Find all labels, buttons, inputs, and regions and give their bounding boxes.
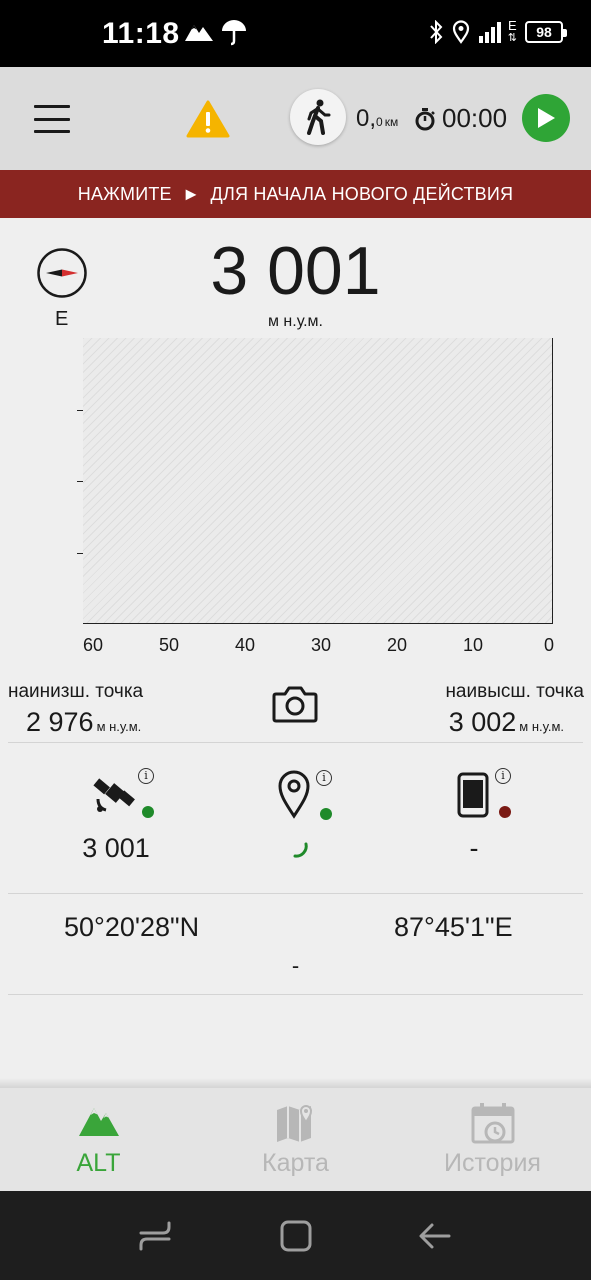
highest-point-unit: м н.у.м.	[519, 719, 564, 734]
map-pin-icon	[278, 770, 310, 819]
altitude-unit: м н.у.м.	[267, 313, 323, 330]
info-icon[interactable]: i	[316, 770, 332, 786]
menu-button[interactable]	[34, 105, 70, 133]
coordinate-accuracy: -	[291, 953, 300, 978]
lowest-point-unit: м н.у.м.	[96, 719, 142, 734]
chart-x-axis: 60 50 40 30 20 10 0	[70, 635, 570, 659]
location-altitude-source[interactable]: i	[270, 766, 350, 826]
start-hint-banner[interactable]: НАЖМИТЕ ► ДЛЯ НАЧАЛА НОВОГО ДЕЙСТВИЯ	[0, 170, 591, 218]
info-icon[interactable]: i	[138, 768, 154, 784]
barometer-altitude-value: -	[469, 833, 479, 863]
tab-bar-shadow	[0, 1078, 591, 1088]
divider	[8, 742, 583, 743]
x-tick-label: 30	[310, 635, 332, 655]
recent-apps-icon[interactable]	[138, 1219, 172, 1253]
tab-label: История	[444, 1149, 541, 1177]
y-tick-mark	[77, 552, 83, 554]
longitude: 87°45'1"E	[394, 912, 513, 942]
start-activity-button[interactable]	[522, 94, 570, 142]
signal-icon	[478, 22, 501, 43]
tab-map[interactable]: Карта	[197, 1088, 394, 1191]
battery-icon: 98	[525, 21, 567, 43]
location-status-icon	[452, 20, 469, 44]
highest-point-label: наивысш. точка	[445, 681, 584, 702]
x-tick-label: 50	[158, 635, 180, 655]
network-type: E ⇅	[507, 18, 517, 44]
x-tick-label: 60	[82, 635, 104, 655]
phone-icon	[457, 772, 489, 818]
x-tick-label: 10	[462, 635, 484, 655]
bottom-tab-bar: ALT Карта История	[0, 1088, 591, 1191]
walking-icon	[307, 99, 331, 135]
divider	[8, 994, 583, 995]
back-icon[interactable]	[418, 1219, 452, 1253]
status-right-group: E ⇅ 98	[428, 18, 567, 44]
play-icon	[538, 108, 555, 128]
timer-value: 00:00	[442, 103, 508, 133]
x-tick-label: 20	[386, 635, 408, 655]
x-tick-label: 40	[234, 635, 256, 655]
loading-spinner-icon	[293, 842, 308, 858]
stopwatch-icon	[415, 107, 435, 130]
calendar-history-icon	[471, 1103, 514, 1144]
tab-label: ALT	[76, 1149, 121, 1177]
divider	[8, 893, 583, 894]
umbrella-notification-icon	[222, 20, 246, 46]
status-time: 11:18	[102, 17, 180, 50]
map-icon	[276, 1105, 312, 1142]
lowest-point-value: 2 976 м н.у.м.	[26, 707, 141, 738]
y-tick-mark	[77, 481, 83, 482]
camera-icon[interactable]	[272, 684, 318, 724]
tab-alt[interactable]: ALT	[0, 1088, 197, 1191]
network-letter: E	[508, 18, 517, 33]
info-icon[interactable]: i	[495, 768, 511, 784]
barometer-altitude-source[interactable]: i	[450, 766, 530, 826]
latitude: 50°20'28"N	[64, 912, 200, 942]
battery-level: 98	[536, 24, 552, 40]
current-altitude: 3 001	[210, 233, 381, 309]
status-dot-green	[320, 808, 332, 820]
highest-point-number: 3 002	[448, 707, 517, 737]
timer-readout: 00:00	[414, 103, 507, 134]
bluetooth-icon	[430, 20, 443, 44]
menu-line	[34, 117, 70, 121]
mountain-icon	[78, 1108, 119, 1136]
menu-line	[34, 130, 70, 133]
data-arrows-icon: ⇅	[507, 32, 517, 44]
highest-point-value: 3 002 м н.у.м.	[449, 707, 564, 738]
mountain-notification-icon	[185, 25, 213, 41]
satellite-icon	[93, 778, 135, 812]
status-bar: 11:18 E ⇅ 98	[0, 0, 591, 67]
distance-readout: 0,0 км	[356, 105, 398, 133]
home-icon[interactable]	[279, 1219, 313, 1253]
menu-line	[34, 105, 70, 108]
y-tick-mark	[77, 409, 83, 411]
system-navigation-bar	[0, 1191, 591, 1280]
tab-history[interactable]: История	[394, 1088, 591, 1191]
distance-decimal: 0	[376, 115, 383, 129]
warning-icon[interactable]	[186, 99, 230, 139]
activity-type-button[interactable]	[290, 89, 346, 145]
banner-text: НАЖМИТЕ ► ДЛЯ НАЧАЛА НОВОГО ДЕЙСТВИЯ	[77, 183, 514, 204]
gps-altitude-source[interactable]: i	[90, 766, 170, 826]
chart-plot-area	[83, 338, 553, 624]
tab-label: Карта	[262, 1149, 329, 1177]
lowest-point-number: 2 976	[26, 707, 94, 737]
distance-unit: км	[384, 115, 399, 129]
gps-altitude-value: 3 001	[82, 833, 150, 863]
altitude-chart: 60 50 40 30 20 10 0	[0, 333, 591, 663]
status-dot-red	[499, 806, 511, 818]
top-toolbar: 0,0 км 00:00	[0, 67, 591, 170]
lowest-point-label: наинизш. точка	[8, 681, 144, 702]
distance-int: 0,	[356, 105, 377, 132]
x-tick-label: 0	[543, 635, 555, 655]
status-dot-green	[142, 806, 154, 818]
